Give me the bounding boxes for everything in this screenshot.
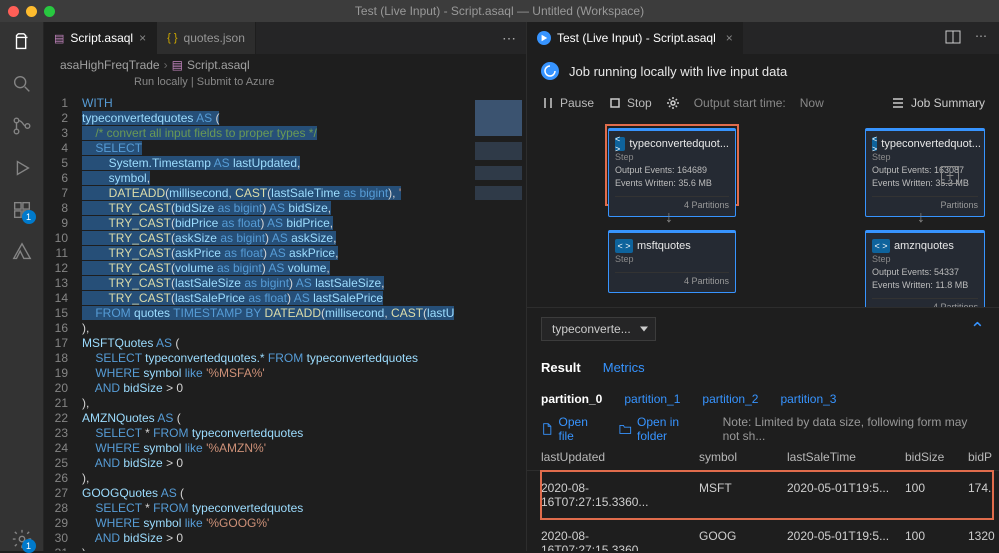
- truncation-note: Note: Limited by data size, following fo…: [723, 415, 985, 443]
- minimize-window-button[interactable]: [26, 6, 37, 17]
- collapse-panel-icon[interactable]: ⌃: [970, 319, 985, 340]
- play-icon: [537, 31, 551, 45]
- add-node-button[interactable]: +: [941, 166, 959, 184]
- partition-2-tab[interactable]: partition_2: [702, 392, 758, 406]
- job-controls: Pause Stop Output start time: Now Job Su…: [527, 88, 999, 118]
- partition-0-tab[interactable]: partition_0: [541, 392, 602, 406]
- step-selector-row: typeconverte... ⌃: [527, 308, 999, 350]
- minimap[interactable]: [471, 94, 526, 551]
- output-start-value: Now: [800, 96, 824, 110]
- editor-tabs: ▤ Script.asaql × { } quotes.json ⋯: [44, 22, 526, 54]
- file-icon: { }: [167, 32, 177, 44]
- run-locally-link[interactable]: Run locally: [134, 76, 188, 88]
- col-symbol[interactable]: symbol: [699, 450, 779, 464]
- node-amznquotes[interactable]: < >amznquotes Step Output Events: 54337 …: [865, 230, 985, 308]
- window-title: Test (Live Input) - Script.asaql — Untit…: [355, 4, 644, 18]
- explorer-icon[interactable]: [10, 30, 34, 54]
- job-summary-link[interactable]: Job Summary: [891, 96, 985, 110]
- breadcrumb-file[interactable]: Script.asaql: [187, 58, 250, 72]
- titlebar: Test (Live Input) - Script.asaql — Untit…: [0, 0, 999, 22]
- tab-test-live-input[interactable]: Test (Live Input) - Script.asaql ×: [527, 22, 743, 54]
- partition-tabs: partition_0 partition_1 partition_2 part…: [527, 384, 999, 414]
- col-lastsaletime[interactable]: lastSaleTime: [787, 450, 897, 464]
- node-msftquotes[interactable]: < >msftquotes Step 4 Partitions: [608, 230, 736, 293]
- node-typeconvertedquotes-1[interactable]: < >typeconvertedquot... Step Output Even…: [608, 128, 736, 217]
- job-status-text: Job running locally with live input data: [569, 64, 787, 79]
- partition-1-tab[interactable]: partition_1: [624, 392, 680, 406]
- output-start-label: Output start time:: [694, 96, 786, 110]
- result-tabs: Result Metrics: [527, 350, 999, 384]
- close-tab-icon[interactable]: ×: [726, 31, 733, 45]
- open-file-link[interactable]: Open file: [541, 415, 601, 443]
- tab-result[interactable]: Result: [541, 360, 581, 375]
- result-row-highlighted[interactable]: 2020-08-16T07:27:15.3360... MSFT 2020-05…: [541, 471, 993, 519]
- line-number-gutter: 1234567891011121314151617181920212223242…: [44, 94, 82, 551]
- result-grid: lastUpdated symbol lastSaleTime bidSize …: [527, 444, 999, 551]
- tab-overflow-icon[interactable]: ⋯: [492, 30, 526, 47]
- settings-gear-icon[interactable]: 1: [10, 527, 34, 551]
- file-icon: ▤: [54, 32, 64, 45]
- editor-pane: ▤ Script.asaql × { } quotes.json ⋯ asaHi…: [44, 22, 527, 551]
- tab-label: quotes.json: [184, 31, 245, 45]
- arrow-down-icon: ↓: [917, 209, 925, 227]
- extensions-icon[interactable]: 1: [10, 198, 34, 222]
- job-status-banner: Job running locally with live input data: [527, 54, 999, 88]
- tab-quotes-json[interactable]: { } quotes.json: [157, 22, 256, 54]
- run-debug-icon[interactable]: [10, 156, 34, 180]
- stop-button[interactable]: Stop: [608, 96, 652, 110]
- col-lastupdated[interactable]: lastUpdated: [541, 450, 691, 464]
- arrow-down-icon: ↓: [665, 209, 673, 227]
- breadcrumb[interactable]: asaHighFreqTrade › ▤ Script.asaql: [44, 54, 526, 76]
- tab-script-asaql[interactable]: ▤ Script.asaql ×: [44, 22, 157, 54]
- node-typeconvertedquotes-2[interactable]: < >typeconvertedquot... Step Output Even…: [865, 128, 985, 217]
- azure-icon[interactable]: [10, 240, 34, 264]
- breadcrumb-root[interactable]: asaHighFreqTrade: [60, 58, 160, 72]
- split-editor-icon[interactable]: [945, 29, 961, 48]
- search-icon[interactable]: [10, 72, 34, 96]
- close-tab-icon[interactable]: ×: [139, 31, 146, 45]
- col-bidsize[interactable]: bidSize: [905, 450, 960, 464]
- tab-label: Script.asaql: [70, 31, 133, 45]
- tab-label: Test (Live Input) - Script.asaql: [557, 31, 716, 45]
- grid-header-row: lastUpdated symbol lastSaleTime bidSize …: [541, 444, 993, 470]
- spinner-icon: [541, 62, 559, 80]
- col-bidp[interactable]: bidP: [968, 450, 999, 464]
- step-dropdown[interactable]: typeconverte...: [541, 317, 656, 341]
- submit-to-azure-link[interactable]: Submit to Azure: [197, 76, 275, 88]
- job-diagram[interactable]: < >typeconvertedquot... Step Output Even…: [527, 118, 999, 308]
- zoom-window-button[interactable]: [44, 6, 55, 17]
- activity-bar: 1 1: [0, 22, 44, 551]
- file-icon: ▤: [172, 58, 183, 72]
- tab-metrics[interactable]: Metrics: [603, 360, 645, 375]
- window-controls: [8, 6, 55, 17]
- chevron-right-icon: ›: [164, 58, 168, 72]
- open-folder-link[interactable]: Open in folder: [619, 415, 704, 443]
- more-actions-icon[interactable]: ⋯: [975, 29, 987, 48]
- settings-icon[interactable]: [666, 96, 680, 110]
- close-window-button[interactable]: [8, 6, 19, 17]
- partition-3-tab[interactable]: partition_3: [780, 392, 836, 406]
- code-editor[interactable]: WITHtypeconvertedquotes AS ( /* convert …: [82, 94, 471, 551]
- source-control-icon[interactable]: [10, 114, 34, 138]
- result-row[interactable]: 2020-08-16T07:27:15.3360... GOOG 2020-05…: [541, 519, 993, 551]
- pause-button[interactable]: Pause: [541, 96, 594, 110]
- right-tabs: Test (Live Input) - Script.asaql × ⋯: [527, 22, 999, 54]
- live-test-pane: Test (Live Input) - Script.asaql × ⋯ Job…: [527, 22, 999, 551]
- result-file-row: Open file Open in folder Note: Limited b…: [527, 414, 999, 444]
- codelens: Run locally | Submit to Azure: [44, 76, 526, 94]
